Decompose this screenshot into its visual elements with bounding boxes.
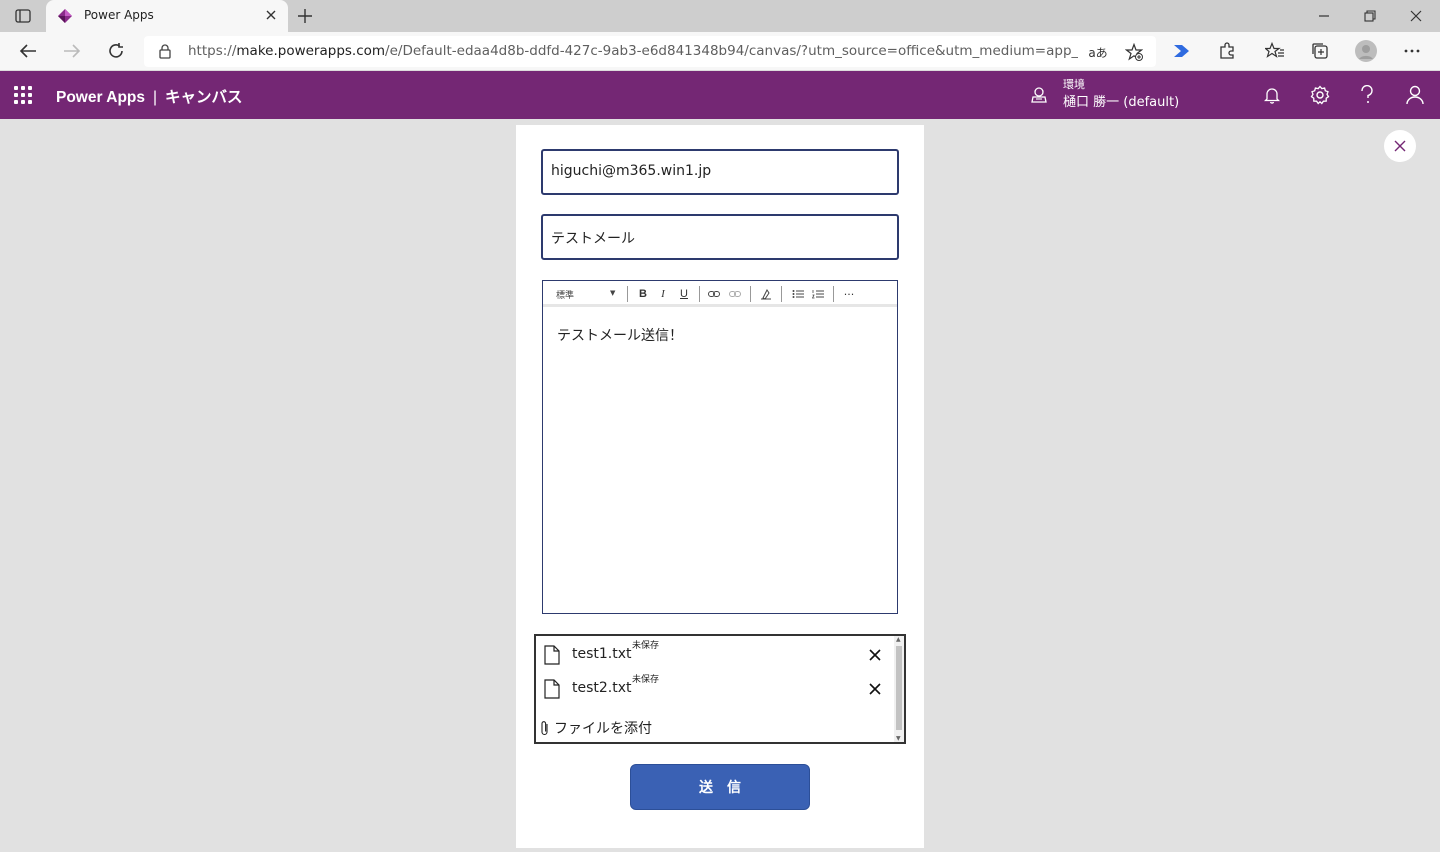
link-icon[interactable]: [707, 286, 721, 302]
environment-label: 環境: [1063, 78, 1085, 91]
unlink-icon[interactable]: [728, 286, 742, 302]
italic-button[interactable]: I: [656, 286, 670, 302]
attachment-name: test2.txt: [572, 680, 632, 696]
attachment-status: 未保存: [632, 641, 660, 651]
more-options-icon[interactable]: ···: [842, 286, 856, 302]
close-icon: [1394, 140, 1406, 152]
remove-attachment-icon[interactable]: [868, 648, 882, 662]
back-arrow-icon[interactable]: [17, 40, 39, 62]
new-tab-icon[interactable]: [295, 6, 315, 26]
rich-text-editor[interactable]: 標準 ▼ B I U ··· テストメール送信！: [542, 280, 898, 614]
subject-input[interactable]: テストメール: [541, 214, 899, 260]
address-bar[interactable]: https://make.powerapps.com/e/Default-eda…: [144, 36, 1156, 67]
environment-name[interactable]: 樋口 勝一 (default): [1063, 91, 1179, 110]
refresh-icon[interactable]: [105, 40, 127, 62]
minimize-icon[interactable]: [1313, 6, 1335, 26]
favorites-icon[interactable]: [1264, 40, 1286, 62]
bold-button[interactable]: B: [636, 286, 650, 302]
attach-file-button[interactable]: ファイルを添付: [540, 718, 652, 738]
settings-gear-icon[interactable]: [1309, 84, 1331, 106]
url-text[interactable]: https://make.powerapps.com/e/Default-eda…: [188, 43, 1078, 59]
scroll-up-icon[interactable]: ▲: [896, 636, 901, 643]
restore-icon[interactable]: [1359, 6, 1381, 26]
bulleted-list-icon[interactable]: [791, 286, 805, 302]
tab-actions-icon[interactable]: [12, 7, 34, 25]
chevron-down-icon[interactable]: ▼: [610, 289, 615, 297]
read-aloud-icon[interactable]: aあ: [1088, 42, 1108, 62]
more-menu-icon[interactable]: [1401, 40, 1423, 62]
file-icon: [544, 679, 560, 699]
notifications-bell-icon[interactable]: [1261, 84, 1283, 106]
attachment-item[interactable]: test1.txt 未保存: [544, 641, 882, 668]
environment-icon[interactable]: [1030, 86, 1048, 104]
paragraph-style-select[interactable]: 標準: [556, 288, 574, 301]
tab-title: Power Apps: [84, 8, 154, 22]
close-preview-button[interactable]: [1384, 130, 1416, 162]
browser-tab-strip: Power Apps: [0, 0, 1440, 32]
close-window-icon[interactable]: [1405, 6, 1427, 26]
scroll-down-icon[interactable]: ▼: [896, 735, 901, 742]
help-question-icon[interactable]: [1356, 84, 1378, 106]
browser-tab[interactable]: Power Apps: [46, 0, 288, 32]
underline-button[interactable]: U: [677, 286, 691, 302]
attach-file-label: ファイルを添付: [554, 721, 652, 737]
app-launcher-icon[interactable]: [14, 86, 32, 104]
remove-format-icon[interactable]: [759, 286, 773, 302]
collections-icon[interactable]: [1309, 40, 1331, 62]
power-apps-favicon-icon: [58, 9, 72, 23]
close-tab-icon[interactable]: [264, 8, 278, 22]
favorite-add-icon[interactable]: [1124, 42, 1144, 62]
account-user-icon[interactable]: [1404, 84, 1426, 106]
send-button[interactable]: 送信: [630, 764, 810, 810]
attachments-scrollbar[interactable]: ▲ ▼: [894, 636, 904, 742]
paperclip-icon: [541, 721, 548, 736]
numbered-list-icon[interactable]: [811, 286, 825, 302]
to-address-input[interactable]: higuchi@m365.win1.jp: [541, 149, 899, 195]
app-title[interactable]: Power Apps | キャンバス: [56, 85, 243, 107]
app-screen: higuchi@m365.win1.jp テストメール 標準 ▼ B I U ·…: [516, 125, 924, 848]
lock-icon[interactable]: [158, 44, 172, 59]
editor-body-text[interactable]: テストメール送信！: [557, 325, 683, 345]
browser-toolbar: https://make.powerapps.com/e/Default-eda…: [0, 32, 1440, 71]
attachments-control[interactable]: test1.txt 未保存 test2.txt 未保存 ファイルを添付 ▲ ▼: [534, 634, 906, 744]
scrollbar-thumb[interactable]: [896, 646, 902, 730]
attachment-status: 未保存: [632, 675, 660, 685]
editor-toolbar: 標準 ▼ B I U ···: [543, 281, 897, 307]
file-icon: [544, 645, 560, 665]
forward-arrow-icon[interactable]: [61, 40, 83, 62]
attachment-item[interactable]: test2.txt 未保存: [544, 675, 882, 702]
profile-avatar-icon[interactable]: [1355, 40, 1377, 62]
power-apps-header: Power Apps | キャンバス 環境 樋口 勝一 (default): [0, 71, 1440, 119]
extensions-puzzle-icon[interactable]: [1216, 40, 1238, 62]
attachment-name: test1.txt: [572, 646, 632, 662]
remove-attachment-icon[interactable]: [868, 682, 882, 696]
power-automate-extension-icon[interactable]: [1171, 40, 1193, 62]
